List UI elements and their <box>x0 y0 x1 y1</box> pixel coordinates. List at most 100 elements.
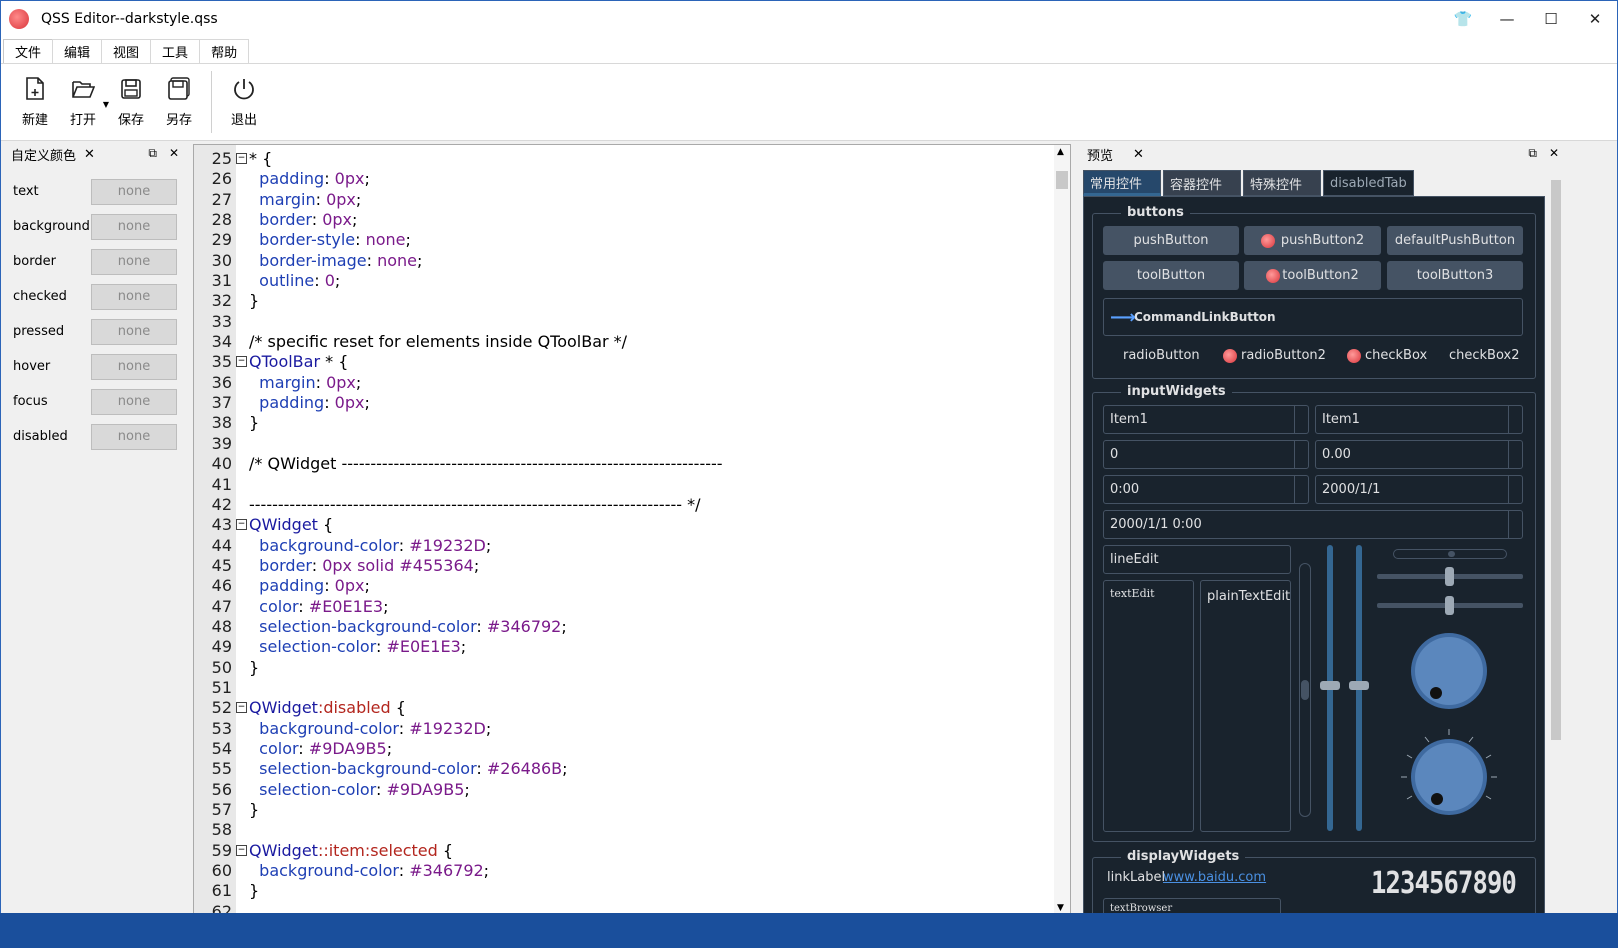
menu-file[interactable]: 文件 <box>3 39 54 63</box>
double-spin-box[interactable]: 0.00 <box>1315 440 1523 469</box>
tab-container-widgets[interactable]: 容器控件 <box>1163 170 1241 196</box>
vertical-slider-1[interactable] <box>1320 545 1340 831</box>
code-line: 52− QWidget:disabled { <box>194 698 1054 718</box>
scrollbar-handle[interactable] <box>1301 680 1309 700</box>
color-value-button[interactable]: none <box>91 178 177 205</box>
horizontal-scrollbar[interactable] <box>1393 549 1507 559</box>
close-icon[interactable]: ✕ <box>1549 146 1559 161</box>
radio-button-2[interactable]: radioButton2 <box>1223 348 1326 363</box>
tab-common-widgets[interactable]: 常用控件 <box>1083 170 1161 196</box>
dial-2[interactable] <box>1397 727 1501 827</box>
line-edit[interactable]: lineEdit <box>1103 545 1291 574</box>
line-number: 47 <box>211 596 232 616</box>
new-button[interactable]: 新建 <box>11 72 59 132</box>
check-box-2[interactable]: checkBox2 <box>1449 348 1520 363</box>
combo-box-1[interactable]: Item1 <box>1103 405 1309 434</box>
slider-handle[interactable] <box>1320 681 1340 690</box>
fold-toggle-icon[interactable]: − <box>236 844 247 856</box>
datetime-edit[interactable]: 2000/1/1 0:00 <box>1103 510 1523 539</box>
color-label: text <box>13 184 39 199</box>
scrollbar-handle[interactable] <box>1448 551 1455 557</box>
fold-toggle-icon[interactable]: − <box>236 153 247 164</box>
float-icon[interactable]: ⧉ <box>1528 146 1537 161</box>
horizontal-slider-1[interactable] <box>1377 567 1523 586</box>
spin-arrows-icon[interactable] <box>1508 476 1522 503</box>
code-line: 45 border: 0px solid #455364; <box>194 556 1054 576</box>
slider-handle[interactable] <box>1445 596 1454 615</box>
text-edit[interactable]: textEdit <box>1103 580 1194 832</box>
command-link-button[interactable]: ⟶ CommandLinkButton <box>1103 298 1523 336</box>
default-push-button[interactable]: defaultPushButton <box>1387 226 1523 255</box>
date-edit[interactable]: 2000/1/1 <box>1315 475 1523 504</box>
combo-box-2[interactable]: Item1 <box>1315 405 1523 434</box>
close-tab-icon[interactable]: ✕ <box>84 147 95 162</box>
open-button[interactable]: 打开 ▼ <box>59 72 109 132</box>
color-value-button[interactable]: none <box>91 318 177 345</box>
spin-box[interactable]: 0 <box>1103 440 1309 469</box>
horizontal-slider-2[interactable] <box>1377 596 1523 615</box>
save-button[interactable]: 保存 <box>107 72 155 132</box>
push-button-2[interactable]: pushButton2 <box>1244 226 1381 255</box>
save-label: 保存 <box>117 112 144 128</box>
tool-button-2[interactable]: toolButton2 <box>1244 261 1381 290</box>
menu-help[interactable]: 帮助 <box>199 39 250 63</box>
maximize-icon[interactable]: ☐ <box>1529 1 1573 37</box>
scroll-down-icon[interactable]: ▼ <box>1057 903 1064 913</box>
preview-scrollbar[interactable] <box>1549 170 1563 914</box>
scrollbar-thumb[interactable] <box>1551 180 1561 740</box>
color-value-button[interactable]: none <box>91 283 177 310</box>
code-text: * { <box>249 149 273 168</box>
slider-handle[interactable] <box>1349 681 1369 690</box>
plain-text-edit[interactable]: plainTextEdit <box>1200 580 1291 832</box>
code-line: 41 <box>194 475 1054 495</box>
menu-view[interactable]: 视图 <box>101 39 152 63</box>
text-browser[interactable]: textBrowser <box>1103 898 1281 914</box>
spin-arrows-icon[interactable] <box>1294 441 1308 468</box>
spin-arrows-icon[interactable] <box>1508 441 1522 468</box>
line-number: 54 <box>211 738 232 758</box>
close-icon[interactable]: ✕ <box>1573 1 1617 37</box>
menu-edit[interactable]: 编辑 <box>52 39 103 63</box>
dropdown-arrow-icon[interactable] <box>1508 406 1522 433</box>
shirt-icon[interactable]: 👕 <box>1441 1 1485 37</box>
scroll-up-icon[interactable]: ▲ <box>1057 147 1064 157</box>
vertical-slider-2[interactable] <box>1349 545 1369 831</box>
fold-toggle-icon[interactable]: − <box>236 356 247 368</box>
tool-button-3[interactable]: toolButton3 <box>1387 261 1523 290</box>
exit-button[interactable]: 退出 <box>220 72 268 132</box>
palette-icon <box>1266 268 1281 283</box>
line-number: 42 <box>211 494 232 514</box>
radio-button[interactable]: radioButton <box>1123 348 1200 363</box>
line-number: 46 <box>211 576 232 596</box>
fold-toggle-icon[interactable]: − <box>236 519 247 531</box>
close-tab-icon[interactable]: ✕ <box>1133 147 1144 162</box>
dropdown-arrow-icon[interactable] <box>1294 406 1308 433</box>
color-value-button[interactable]: none <box>91 353 177 380</box>
link-url[interactable]: www.baidu.com <box>1163 870 1266 885</box>
color-value-button[interactable]: none <box>91 248 177 275</box>
tool-button[interactable]: toolButton <box>1103 261 1239 290</box>
close-icon[interactable]: ✕ <box>169 146 179 161</box>
scrollbar-thumb[interactable] <box>1056 171 1068 189</box>
line-number: 57 <box>211 800 232 819</box>
dial-1[interactable] <box>1409 633 1489 713</box>
spin-arrows-icon[interactable] <box>1508 511 1522 538</box>
slider-handle[interactable] <box>1445 567 1454 586</box>
tab-special-widgets[interactable]: 特殊控件 <box>1243 170 1321 196</box>
editor-scrollbar[interactable]: ▲ ▼ <box>1054 145 1070 913</box>
spin-arrows-icon[interactable] <box>1294 476 1308 503</box>
line-number: 61 <box>211 881 232 901</box>
push-button[interactable]: pushButton <box>1103 226 1239 255</box>
vertical-scrollbar[interactable] <box>1299 563 1311 817</box>
color-value-button[interactable]: none <box>91 423 177 450</box>
fold-toggle-icon[interactable]: − <box>236 702 247 714</box>
float-icon[interactable]: ⧉ <box>148 146 157 161</box>
time-edit[interactable]: 0:00 <box>1103 475 1309 504</box>
color-value-button[interactable]: none <box>91 213 177 240</box>
code-editor[interactable]: 25− * {26 padding: 0px; 27 margin: 0px; 28 … <box>193 144 1071 914</box>
color-value-button[interactable]: none <box>91 388 177 415</box>
save-as-button[interactable]: 另存 <box>155 72 203 132</box>
check-box[interactable]: checkBox <box>1347 348 1427 363</box>
menu-tools[interactable]: 工具 <box>150 39 201 63</box>
minimize-icon[interactable]: — <box>1485 1 1529 37</box>
